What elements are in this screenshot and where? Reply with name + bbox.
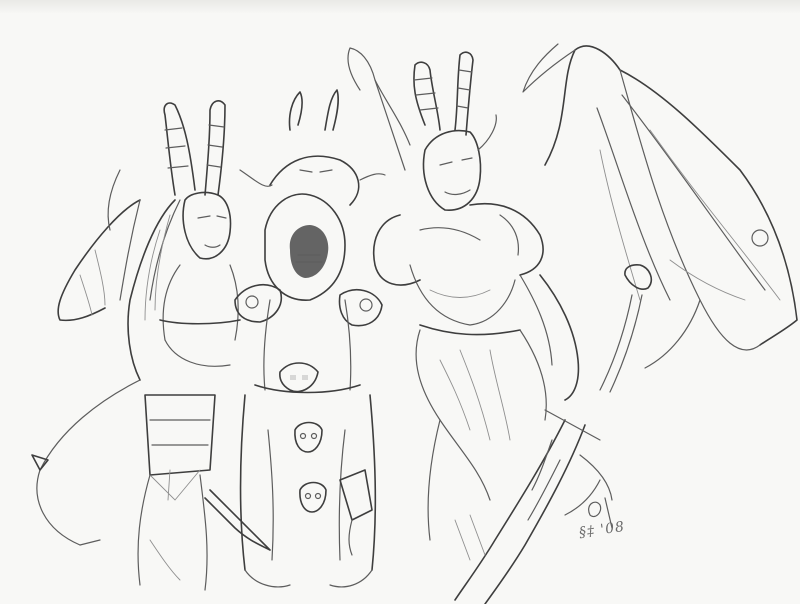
demoness-figure [31,100,271,591]
pencil-drawing-page: §‡ '08 [0,0,800,604]
demoness-wing [57,169,141,322]
demon-trio-sketch [31,43,798,604]
demon-lord-right-wing [522,43,798,369]
hooded-warrior-figure [234,89,386,588]
